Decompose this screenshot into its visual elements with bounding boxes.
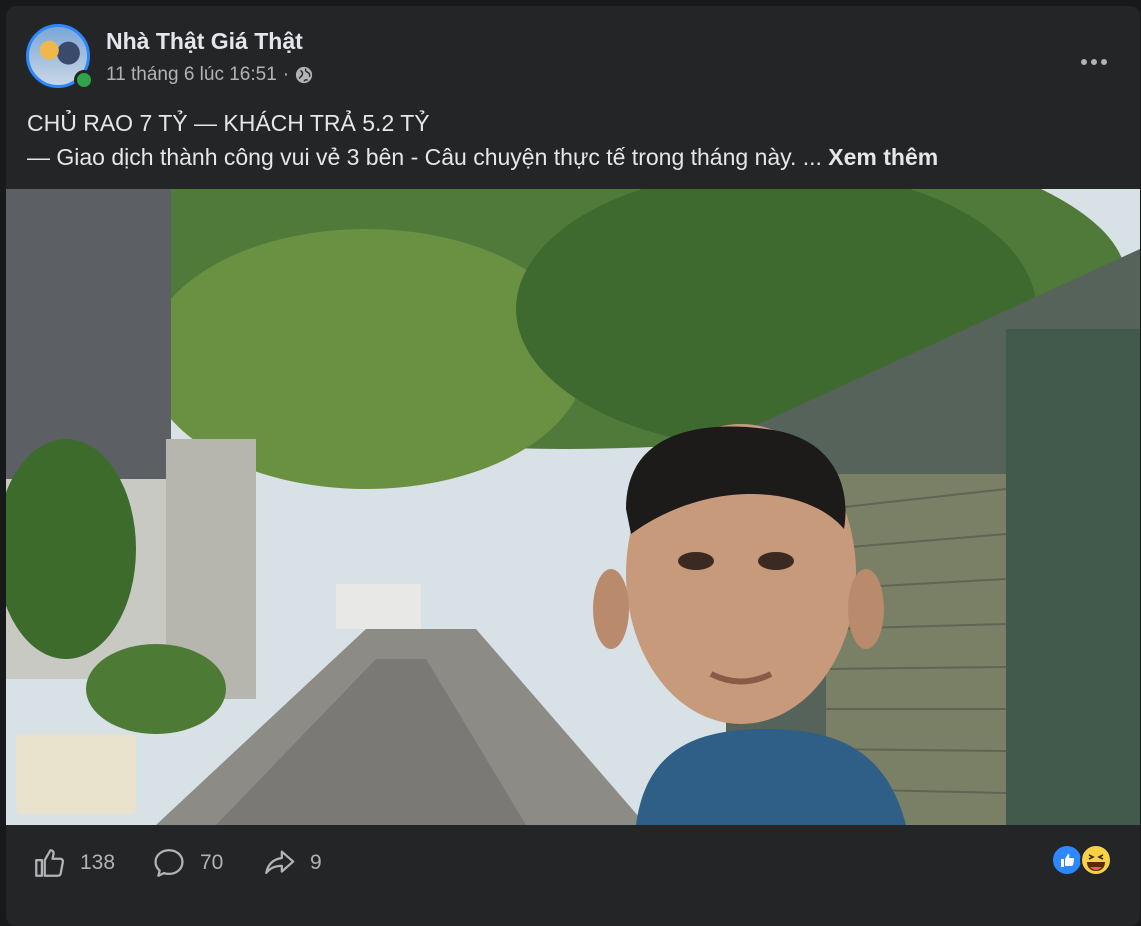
post-header: Nhà Thật Giá Thật 11 tháng 6 lúc 16:51 ·: [26, 24, 1140, 94]
like-button[interactable]: 138: [32, 846, 115, 880]
share-count: 9: [310, 851, 322, 874]
share-button[interactable]: 9: [262, 846, 322, 880]
like-icon: [1051, 844, 1083, 876]
comment-count: 70: [200, 851, 224, 874]
more-dot-icon: [1101, 59, 1107, 65]
more-dot-icon: [1081, 59, 1087, 65]
post-text: CHỦ RAO 7 TỶ — KHÁCH TRẢ 5.2 TỶ — Giao d…: [27, 106, 1127, 174]
like-count: 138: [80, 851, 116, 874]
post-actions-bar: 138 70 9: [6, 826, 1140, 906]
reaction-icons: [1051, 844, 1112, 876]
author-name[interactable]: Nhà Thật Giá Thật: [106, 28, 303, 55]
meta-separator: ·: [282, 64, 290, 85]
globe-icon: [296, 66, 313, 84]
post-body-line: — Giao dịch thành công vui vẻ 3 bên - Câ…: [27, 140, 1127, 174]
post-card: Nhà Thật Giá Thật 11 tháng 6 lúc 16:51 ·…: [6, 6, 1140, 926]
post-title-line: CHỦ RAO 7 TỶ — KHÁCH TRẢ 5.2 TỶ: [27, 110, 430, 136]
haha-icon: [1080, 844, 1112, 876]
photo-illustration: [6, 189, 1140, 825]
post-photo[interactable]: [6, 189, 1140, 825]
more-dot-icon: [1091, 59, 1097, 65]
post-meta: 11 tháng 6 lúc 16:51 ·: [106, 64, 313, 86]
comment-button[interactable]: 70: [152, 846, 223, 880]
post-body-text: — Giao dịch thành công vui vẻ 3 bên - Câ…: [27, 144, 822, 170]
post-timestamp[interactable]: 11 tháng 6 lúc 16:51: [106, 64, 277, 86]
more-options-button[interactable]: [1076, 52, 1112, 72]
see-more-link[interactable]: Xem thêm: [828, 144, 938, 170]
reaction-summary[interactable]: [1051, 843, 1115, 877]
thumbs-up-icon: [35, 849, 65, 877]
share-icon: [265, 850, 295, 875]
online-status-dot: [74, 70, 94, 90]
comment-icon: [154, 849, 184, 877]
